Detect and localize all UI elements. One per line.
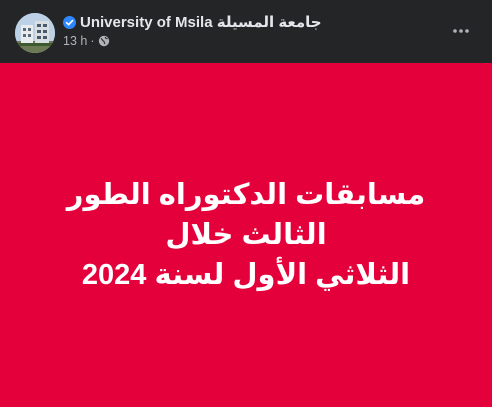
page-name-link[interactable]: University of Msila جامعة المسيلة bbox=[80, 13, 322, 31]
more-options-button[interactable] bbox=[448, 18, 474, 44]
post-text-line-1: مسابقات الدكتوراه الطور الثالث خلال bbox=[66, 179, 426, 251]
post-text-line-2: الثلاثي الأول لسنة 2024 bbox=[81, 259, 411, 291]
globe-icon[interactable] bbox=[98, 35, 110, 47]
university-building-image bbox=[15, 13, 55, 53]
post-text-card: مسابقات الدكتوراه الطور الثالث خلال الثل… bbox=[0, 63, 492, 407]
verified-badge-icon bbox=[63, 15, 76, 29]
more-options-icon bbox=[453, 29, 469, 33]
post-timestamp[interactable]: 13 h bbox=[63, 34, 87, 48]
page-avatar[interactable] bbox=[15, 13, 55, 53]
post-meta: 13 h · bbox=[63, 34, 110, 48]
author-line: University of Msila جامعة المسيلة bbox=[63, 13, 322, 31]
meta-separator: · bbox=[90, 34, 95, 48]
post-text: مسابقات الدكتوراه الطور الثالث خلال الثل… bbox=[26, 175, 466, 295]
post-header: University of Msila جامعة المسيلة 13 h · bbox=[0, 0, 492, 63]
